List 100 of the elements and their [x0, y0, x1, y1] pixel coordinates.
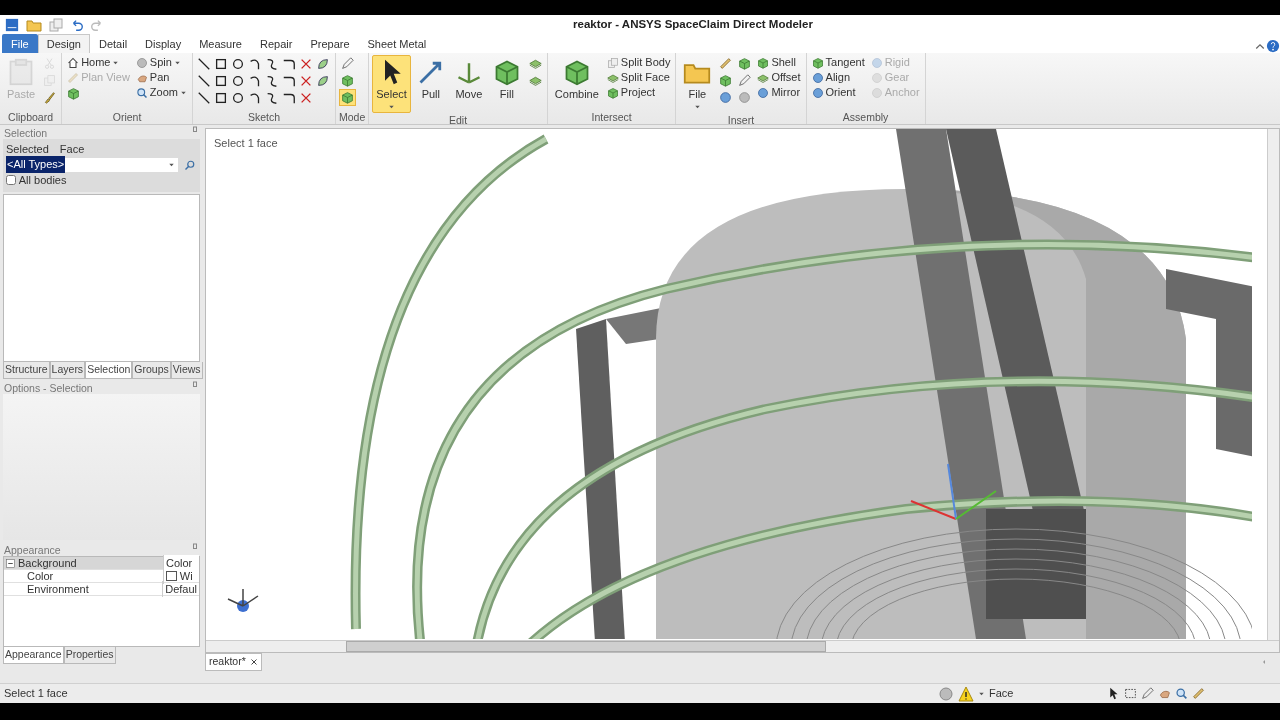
leaf-icon[interactable]: [316, 73, 331, 88]
vertical-scrollbar[interactable]: [1267, 129, 1279, 640]
horizontal-scrollbar[interactable]: [206, 640, 1279, 652]
cube-icon[interactable]: [738, 57, 752, 70]
brush-icon[interactable]: [43, 91, 57, 104]
search-icon[interactable]: [183, 158, 196, 171]
group-label: Intersect: [590, 110, 633, 124]
large-button[interactable]: Combine: [550, 55, 603, 109]
folder-icon[interactable]: [26, 17, 42, 33]
sphere-icon: [757, 86, 770, 99]
panel-tab[interactable]: Layers: [49, 362, 86, 379]
pin-icon[interactable]: [191, 126, 199, 134]
ribbon-tab[interactable]: Prepare: [301, 33, 359, 53]
cube-icon: [757, 56, 770, 69]
ribbon-tab[interactable]: Detail: [90, 33, 137, 53]
sphere-icon[interactable]: [719, 91, 733, 104]
orientation-triad-icon: [227, 588, 259, 612]
status-message: Select 1 face: [4, 686, 69, 702]
panel-tab[interactable]: Appearance: [3, 647, 64, 664]
circle-icon: [938, 685, 954, 702]
leaf-icon[interactable]: [316, 56, 331, 71]
ribbon-button[interactable]: Spin: [133, 55, 189, 70]
ribbon-button[interactable]: Project: [604, 85, 673, 100]
ruler-icon: [67, 71, 80, 84]
undo-icon[interactable]: [70, 18, 84, 32]
ribbon-button[interactable]: Zoom: [133, 85, 189, 100]
large-button[interactable]: Move: [450, 55, 487, 109]
property-name: Color: [26, 569, 55, 584]
sphere-icon: [870, 56, 883, 69]
selection-rectangle-icon[interactable]: [1124, 687, 1138, 700]
all-bodies-checkbox[interactable]: [6, 174, 16, 185]
circle-icon[interactable]: [231, 90, 246, 105]
line-icon[interactable]: [197, 56, 212, 71]
group-label: Assembly: [841, 110, 890, 124]
cube-icon: [606, 86, 619, 99]
help-icon[interactable]: [1266, 39, 1280, 53]
house-icon: [67, 56, 80, 69]
color-swatch[interactable]: [166, 571, 177, 581]
warning-icon: [958, 685, 974, 702]
line-icon[interactable]: [197, 73, 212, 88]
circle-icon[interactable]: [231, 73, 246, 88]
property-name: Environment: [26, 581, 90, 597]
close-icon[interactable]: [249, 658, 258, 666]
circle-icon: [135, 56, 148, 69]
large-button[interactable]: File: [679, 55, 716, 113]
large-button[interactable]: Select: [372, 55, 411, 113]
pencil-icon[interactable]: [341, 57, 354, 70]
window-title: reaktor - ANSYS SpaceClaim Direct Modeler: [572, 17, 814, 33]
ribbon-button[interactable]: Align: [809, 70, 867, 85]
panel-tab[interactable]: Groups: [132, 362, 171, 379]
panel-tab[interactable]: Structure: [3, 362, 50, 379]
ribbon-button[interactable]: Split Body: [604, 55, 673, 70]
cube-icon[interactable]: [719, 74, 733, 87]
panel-tab[interactable]: Views: [170, 362, 203, 379]
rectangle-icon[interactable]: [214, 56, 229, 71]
circle-icon: [870, 71, 883, 84]
panel-tab[interactable]: Properties: [63, 647, 116, 664]
ribbon-tab[interactable]: Measure: [190, 33, 251, 53]
ribbon-button[interactable]: Tangent: [809, 55, 867, 70]
ribbon-button[interactable]: Orient: [809, 85, 867, 100]
magnifier-icon[interactable]: [1175, 687, 1189, 700]
circle-icon: [870, 86, 883, 99]
magnifier-icon: [135, 86, 148, 99]
ribbon-tab[interactable]: Display: [136, 33, 191, 53]
ribbon-tab[interactable]: Sheet Metal: [358, 33, 436, 53]
property-value: Color: [163, 554, 199, 572]
cube-icon: [341, 91, 354, 104]
ribbon-button[interactable]: Mirror: [755, 85, 803, 100]
ribbon-button[interactable]: Offset: [755, 70, 803, 85]
selected-tool-button[interactable]: [339, 89, 356, 106]
panel-title: Appearance: [4, 543, 61, 555]
rectangle-icon[interactable]: [214, 73, 229, 88]
rectangle-icon[interactable]: [214, 90, 229, 105]
ribbon-button[interactable]: Shell: [755, 55, 803, 70]
pin-icon[interactable]: [191, 543, 199, 551]
cube-icon[interactable]: [341, 74, 354, 87]
type-filter-dropdown[interactable]: <All Types>: [6, 157, 178, 172]
pencil-icon[interactable]: [738, 74, 752, 87]
layer-icon[interactable]: [528, 74, 542, 87]
pencil-icon[interactable]: [1141, 687, 1155, 700]
document-tab[interactable]: reaktor*: [205, 653, 262, 671]
ribbon-button[interactable]: Home: [65, 55, 132, 70]
cube-icon[interactable]: [67, 87, 81, 100]
caret-icon: [168, 161, 175, 168]
circle-icon[interactable]: [231, 56, 246, 71]
ribbon-button[interactable]: Split Face: [604, 70, 673, 85]
large-button[interactable]: Pull: [412, 55, 449, 109]
ribbon-tab[interactable]: Repair: [251, 33, 302, 53]
selected-label: Selected: [6, 142, 49, 157]
group-label: Orient: [111, 110, 143, 124]
layer-icon[interactable]: [528, 57, 542, 70]
collapse-icon[interactable]: [6, 558, 15, 568]
checkbox-label: All bodies: [18, 172, 67, 188]
large-button[interactable]: Fill: [488, 55, 525, 109]
ribbon-button[interactable]: Pan: [133, 70, 189, 85]
panel-tab[interactable]: Selection: [85, 362, 133, 379]
file-menu-button[interactable]: File: [2, 33, 38, 53]
pin-icon[interactable]: [191, 381, 199, 389]
selection-mode[interactable]: Face: [989, 685, 1014, 702]
line-icon[interactable]: [197, 90, 212, 105]
